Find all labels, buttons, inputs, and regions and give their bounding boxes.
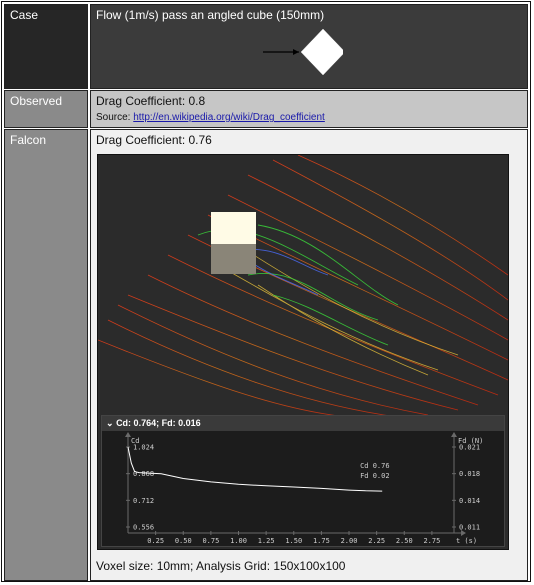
case-content: Flow (1m/s) pass an angled cube (150mm) <box>90 4 528 89</box>
falcon-content: Drag Coefficient: 0.76 ⌄ Cd: 0.764; Fd: … <box>90 129 528 581</box>
falcon-drag-text: Drag Coefficient: 0.76 <box>96 133 212 147</box>
flow-arrow-head <box>293 49 299 55</box>
cd-series-line <box>127 446 383 492</box>
y-right-tick-label: 0.011 <box>459 524 480 532</box>
collapse-icon[interactable]: ⌄ <box>106 418 114 428</box>
x-tick-label: 2.50 <box>396 537 413 545</box>
y-left-tick-label: 0.712 <box>133 497 154 505</box>
x-tick-label: 2.75 <box>423 537 440 545</box>
panel-header[interactable]: ⌄ Cd: 0.764; Fd: 0.016 <box>102 416 504 431</box>
observed-drag-text: Drag Coefficient: 0.8 <box>96 94 206 108</box>
x-tick-label: 1.75 <box>313 537 330 545</box>
cd-annotation: Cd 0.76 <box>360 462 390 470</box>
case-title: Flow (1m/s) pass an angled cube (150mm) <box>96 8 325 22</box>
x-unit-label: t (s) <box>456 537 477 545</box>
cube-top-face <box>211 212 256 244</box>
case-label: Case <box>4 4 88 89</box>
falcon-row: Falcon Drag Coefficient: 0.76 ⌄ Cd: 0.76… <box>4 129 528 581</box>
y-left-tick-label: 0.556 <box>133 524 154 532</box>
x-tick-label: 1.25 <box>258 537 275 545</box>
x-tick-label: 1.50 <box>285 537 302 545</box>
flow-visualization: ⌄ Cd: 0.764; Fd: 0.016 Cd Fd (N) 1.024 0.86… <box>97 154 509 550</box>
y-right-tick-label: 0.014 <box>459 497 480 505</box>
fd-annotation: Fd 0.02 <box>360 472 390 480</box>
right-axis-arrow <box>451 432 457 437</box>
source-line: Source: http://en.wikipedia.org/wiki/Dra… <box>96 112 522 123</box>
comparison-table: Case Flow (1m/s) pass an angled cube (15… <box>1 1 531 582</box>
x-tick-label: 2.25 <box>368 537 385 545</box>
analysis-footer: Voxel size: 10mm; Analysis Grid: 150x100… <box>96 559 346 573</box>
source-link[interactable]: http://en.wikipedia.org/wiki/Drag_coeffi… <box>133 112 325 123</box>
cd-fd-chart: Cd Fd (N)1.0240.8680.7120.5560.0210.0180.… <box>125 432 483 545</box>
y-right-tick-label: 0.021 <box>459 444 480 452</box>
streamlines-image <box>98 155 508 418</box>
cube-bottom-face <box>211 244 256 274</box>
y-right-tick-label: 0.018 <box>459 470 480 478</box>
case-row: Case Flow (1m/s) pass an angled cube (15… <box>4 4 528 89</box>
panel-title: Cd: 0.764; Fd: 0.016 <box>116 418 201 428</box>
cube-diamond-icon <box>300 28 343 76</box>
observed-content: Drag Coefficient: 0.8 Source: http://en.… <box>90 90 528 128</box>
falcon-label: Falcon <box>4 129 88 581</box>
coefficient-panel: ⌄ Cd: 0.764; Fd: 0.016 Cd Fd (N) 1.024 0.86… <box>101 415 505 547</box>
x-tick-label: 2.00 <box>341 537 358 545</box>
x-tick-label: 1.00 <box>230 537 247 545</box>
y-left-tick-label: 0.868 <box>133 470 154 478</box>
observed-row: Observed Drag Coefficient: 0.8 Source: h… <box>4 90 528 128</box>
y-left-tick-label: 1.024 <box>133 444 154 452</box>
x-tick-label: 0.25 <box>147 537 164 545</box>
source-label: Source: <box>96 112 131 123</box>
observed-label: Observed <box>4 90 88 128</box>
x-tick-label: 0.50 <box>175 537 192 545</box>
angled-cube-figure <box>263 28 343 76</box>
x-tick-label: 0.75 <box>202 537 219 545</box>
